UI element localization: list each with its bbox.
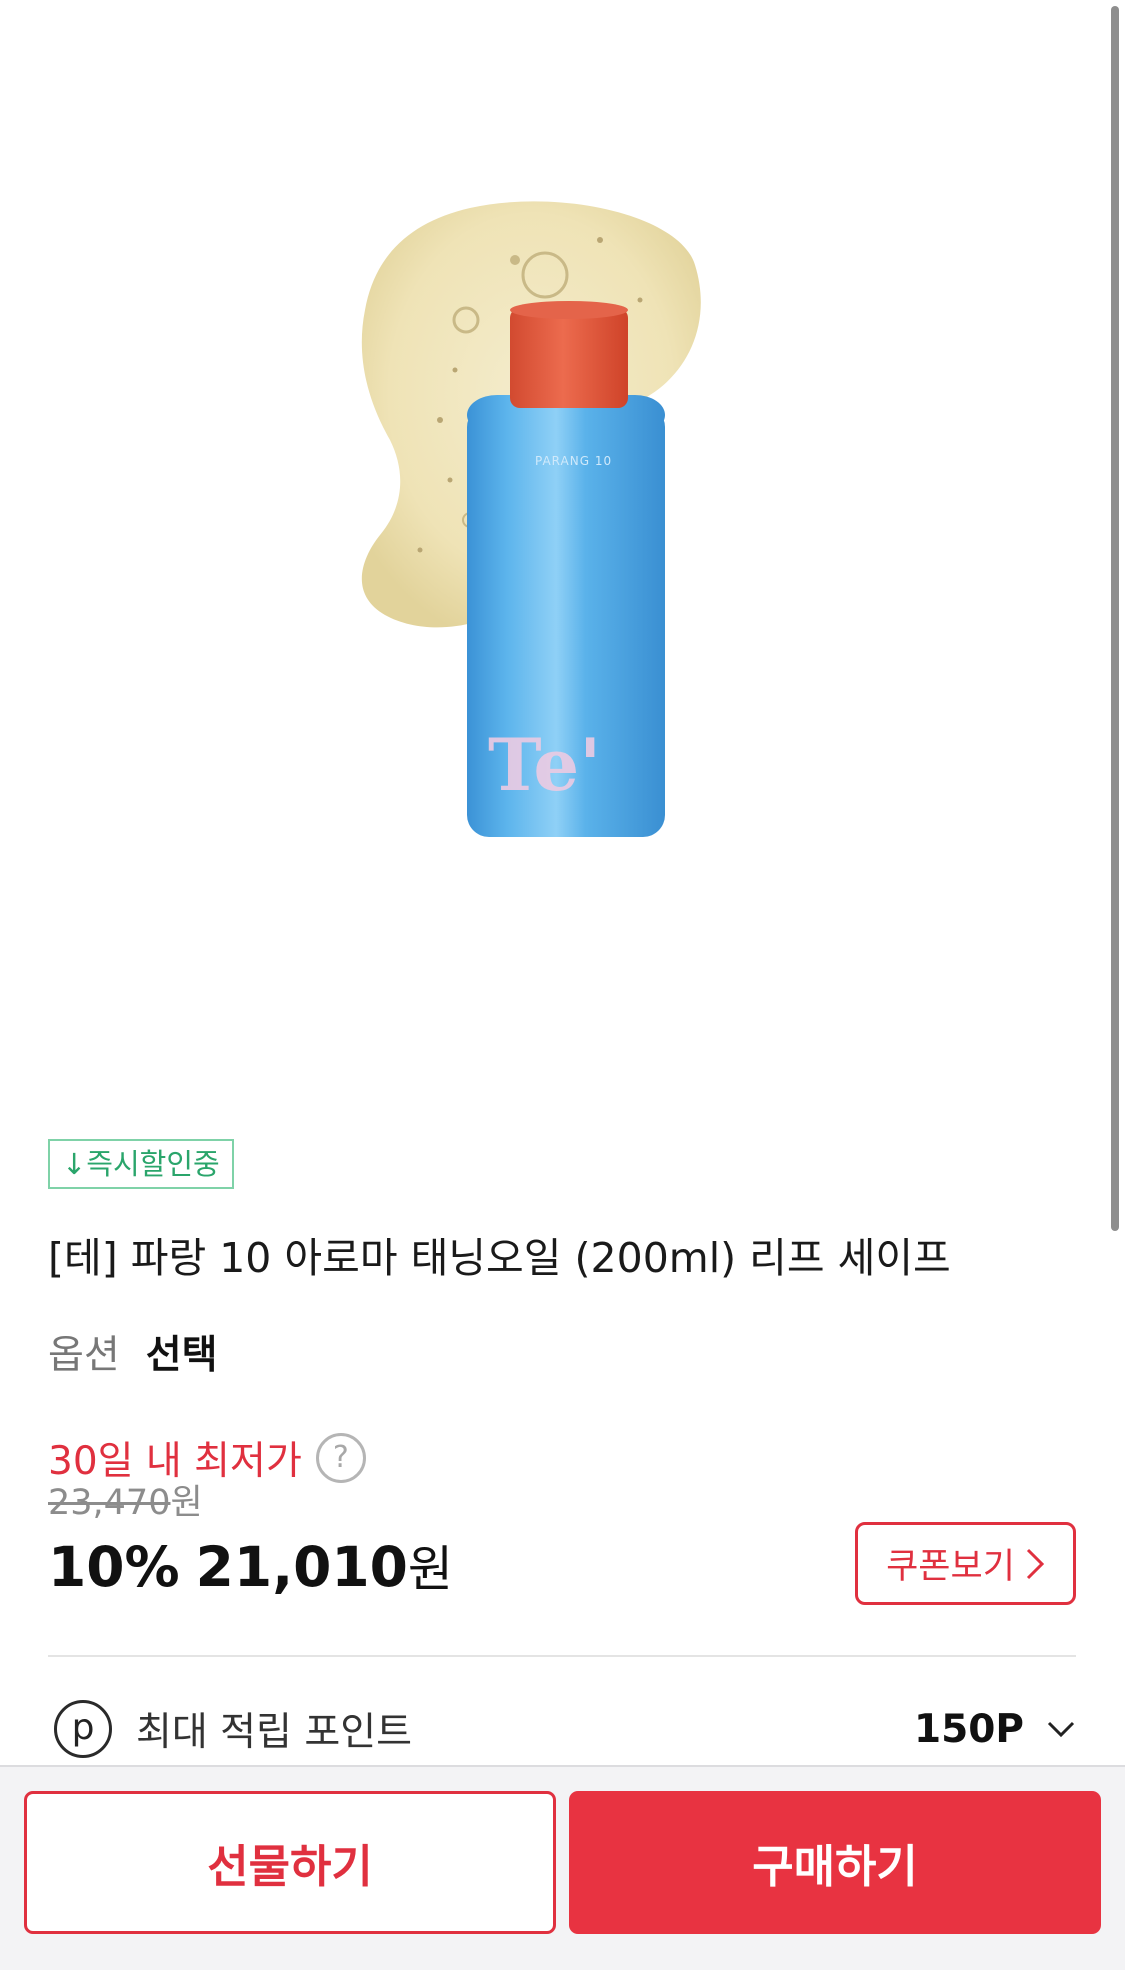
option-label: 옵션	[48, 1333, 120, 1378]
oil-bubble	[417, 547, 423, 553]
scrollbar[interactable]	[1111, 6, 1119, 1231]
points-label: 최대 적립 포인트	[136, 1710, 412, 1755]
product-image-svg: PARANG 10 Te'	[361, 201, 701, 837]
product-image[interactable]: PARANG 10 Te'	[0, 0, 1125, 1110]
gift-button[interactable]: 선물하기	[24, 1791, 556, 1934]
bottle-brand-text: PARANG 10	[535, 454, 612, 468]
oil-bubble	[637, 297, 643, 303]
lowest-price-label: 30일 내 최저가	[48, 1439, 302, 1484]
product-title: [테] 파랑 10 아로마 태닝오일 (200ml) 리프 세이프	[48, 1234, 951, 1282]
original-price-unit: 원	[170, 1483, 203, 1523]
points-value: 150P	[914, 1706, 1024, 1752]
lowest-price-row: 30일 내 최저가 ?	[48, 1428, 366, 1488]
original-price: 23,470원	[48, 1480, 203, 1526]
option-row[interactable]: 옵션 선택	[48, 1322, 218, 1382]
oil-bubble	[452, 367, 458, 373]
bottle-cap	[510, 308, 628, 408]
coupon-button-label: 쿠폰보기	[886, 1547, 1015, 1587]
points-icon: p	[54, 1700, 112, 1758]
discount-rate: 10%	[48, 1535, 180, 1599]
oil-bubble	[597, 237, 603, 243]
chevron-down-icon[interactable]	[1046, 1714, 1076, 1744]
oil-bubble	[437, 417, 443, 423]
sale-price-unit: 원	[407, 1541, 453, 1598]
bottle-logo-text: Te'	[488, 722, 601, 807]
original-price-value: 23,470	[48, 1483, 171, 1523]
divider	[48, 1655, 1076, 1657]
buy-button[interactable]: 구매하기	[569, 1791, 1101, 1934]
oil-bubble	[510, 255, 520, 265]
instant-discount-badge: ↓즉시할인중	[48, 1139, 234, 1189]
question-icon[interactable]: ?	[315, 1433, 366, 1483]
sale-price-value: 21,010	[195, 1535, 408, 1599]
points-row[interactable]: p 최대 적립 포인트 150P	[48, 1698, 1076, 1760]
chevron-right-icon	[1026, 1548, 1045, 1579]
bottle-cap-top	[510, 301, 628, 319]
oil-bubble	[447, 477, 453, 483]
sale-price-row: 10% 21,010 원	[48, 1530, 453, 1600]
coupon-button[interactable]: 쿠폰보기	[855, 1522, 1076, 1605]
option-value[interactable]: 선택	[146, 1324, 218, 1380]
